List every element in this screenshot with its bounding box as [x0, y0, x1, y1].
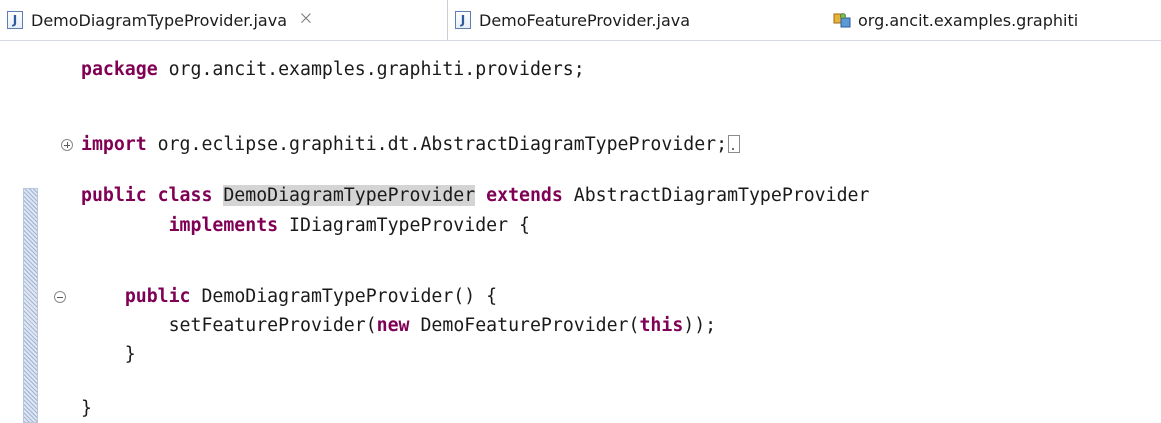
- tab-label: DemoDiagramTypeProvider.java: [31, 10, 287, 30]
- keyword: implements: [168, 215, 279, 236]
- code-text: AbstractDiagramTypeProvider: [562, 185, 870, 206]
- editor-tab-bar: J DemoDiagramTypeProvider.java ⨉ J DemoF…: [0, 0, 1161, 41]
- code-text: setFeatureProvider(: [81, 315, 377, 336]
- keyword: extends: [486, 185, 563, 206]
- editor-window: J DemoDiagramTypeProvider.java ⨉ J DemoF…: [0, 0, 1161, 423]
- keyword: public: [124, 286, 191, 307]
- code-line: setFeatureProvider(new DemoFeatureProvid…: [81, 313, 717, 339]
- code-line: }: [81, 342, 136, 368]
- tab-label: DemoFeatureProvider.java: [479, 10, 691, 30]
- close-tab-icon[interactable]: ⨉: [299, 13, 313, 27]
- keyword: package: [81, 59, 158, 80]
- collapsed-imports-icon[interactable]: [728, 135, 741, 153]
- code-line: package org.ancit.examples.graphiti.prov…: [81, 57, 585, 83]
- tab-plugin-manifest[interactable]: org.ancit.examples.graphiti: [820, 0, 1161, 40]
- code-line: public DemoDiagramTypeProvider() {: [81, 284, 497, 310]
- code-text: ));: [683, 315, 717, 336]
- tab-demo-diagram-type-provider[interactable]: J DemoDiagramTypeProvider.java ⨉: [0, 0, 448, 40]
- code-line: import org.eclipse.graphiti.dt.AbstractD…: [81, 132, 741, 158]
- code-text: org.ancit.examples.graphiti.providers;: [157, 59, 585, 80]
- keyword: this: [639, 315, 684, 336]
- keyword: new: [376, 315, 410, 336]
- java-file-icon: J: [455, 11, 471, 29]
- tab-demo-feature-provider[interactable]: J DemoFeatureProvider.java: [448, 0, 804, 40]
- code-text: }: [81, 398, 92, 419]
- keyword: public: [81, 185, 147, 206]
- code-line: public class DemoDiagramTypeProvider ext…: [81, 183, 869, 209]
- java-file-icon: J: [7, 11, 23, 29]
- tab-label: org.ancit.examples.graphiti: [858, 10, 1079, 30]
- code-text: DemoDiagramTypeProvider() {: [190, 286, 498, 307]
- code-line: implements IDiagramTypeProvider {: [81, 213, 530, 239]
- code-editor[interactable]: package org.ancit.examples.graphiti.prov…: [0, 41, 1161, 423]
- plugin-manifest-icon: [833, 13, 851, 28]
- code-line: }: [81, 396, 92, 422]
- code-text: }: [81, 344, 136, 365]
- code-text-area[interactable]: package org.ancit.examples.graphiti.prov…: [0, 41, 1161, 423]
- code-text: org.eclipse.graphiti.dt.AbstractDiagramT…: [146, 134, 728, 155]
- code-text: DemoFeatureProvider(: [409, 315, 640, 336]
- code-text: IDiagramTypeProvider {: [278, 215, 530, 236]
- keyword: class: [157, 185, 213, 206]
- highlighted-identifier: DemoDiagramTypeProvider: [223, 185, 476, 206]
- keyword: import: [81, 134, 147, 155]
